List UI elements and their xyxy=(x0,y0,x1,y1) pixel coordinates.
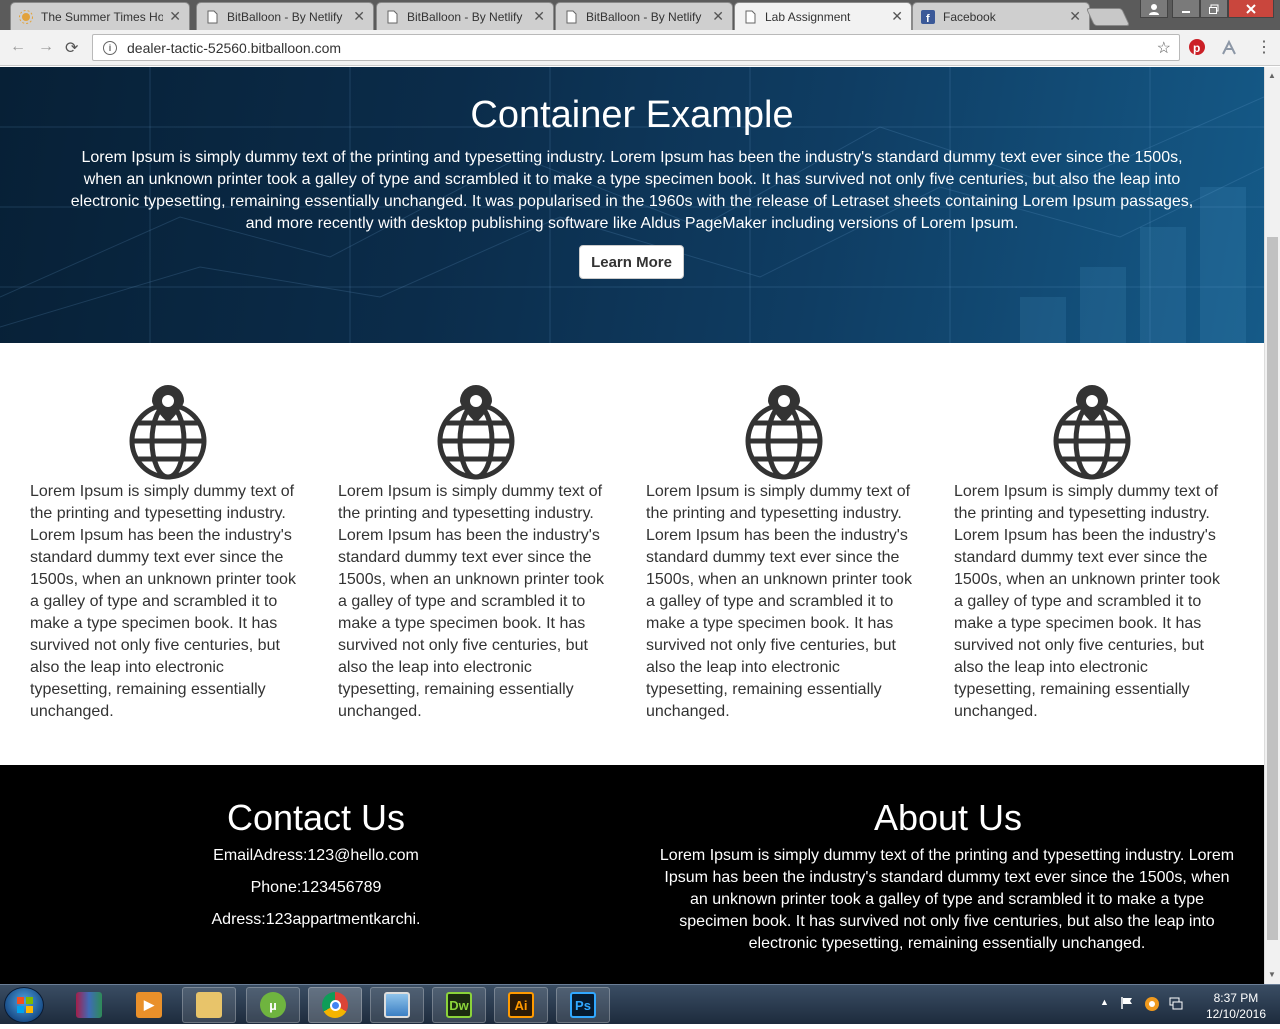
show-hidden-icons-arrow-icon[interactable]: ▲ xyxy=(1100,997,1109,1007)
page-icon xyxy=(205,10,219,24)
tab-label: BitBalloon - By Netlify xyxy=(227,9,343,24)
tab-label: BitBalloon - By Netlify xyxy=(586,9,702,24)
sun-icon xyxy=(19,9,33,24)
feature-text: Lorem Ipsum is simply dummy text of the … xyxy=(338,483,604,720)
media-player-icon: ▶ xyxy=(136,992,162,1018)
close-icon[interactable]: ✕ xyxy=(533,8,545,25)
taskbar-app-file-explorer[interactable] xyxy=(182,987,236,1023)
taskbar-app-photo-viewer[interactable] xyxy=(370,987,424,1023)
menu-kebab-icon[interactable]: ⋮ xyxy=(1256,37,1272,57)
browser-tab[interactable]: BitBalloon - By Netlify ✕ xyxy=(555,2,733,30)
back-arrow-icon[interactable]: ← xyxy=(10,38,26,56)
browser-tab[interactable]: The Summer Times Ho ✕ xyxy=(10,2,190,30)
tab-label: BitBalloon - By Netlify xyxy=(407,9,523,24)
winrar-icon xyxy=(76,992,102,1018)
tab-label: The Summer Times Ho xyxy=(41,9,164,24)
chrome-icon xyxy=(322,992,348,1018)
contact-address: Adress:123appartmentkarchi. xyxy=(211,911,421,928)
learn-more-button[interactable]: Learn More xyxy=(579,245,684,279)
taskbar-app-media-player[interactable]: ▶ xyxy=(122,987,176,1023)
windows-taskbar: ▶ µ Dw Ai Ps ▲ 8:37 PM 12/10/2016 xyxy=(0,984,1280,1024)
new-tab-button[interactable] xyxy=(1085,8,1131,26)
taskbar-app-illustrator[interactable]: Ai xyxy=(494,987,548,1023)
scroll-down-arrow-icon[interactable]: ▼ xyxy=(1268,970,1276,979)
start-button[interactable] xyxy=(4,987,44,1023)
browser-tab-strip: The Summer Times Ho ✕ BitBalloon - By Ne… xyxy=(0,0,1280,30)
contact-email: EmailAdress:123@hello.com xyxy=(213,847,419,864)
network-icon[interactable] xyxy=(1168,996,1184,1017)
footer-section: Contact Us EmailAdress:123@hello.com Pho… xyxy=(0,765,1264,984)
clock-time: 8:37 PM xyxy=(1213,991,1259,1005)
pinterest-icon[interactable]: p xyxy=(1188,38,1206,61)
update-tray-icon[interactable] xyxy=(1144,996,1160,1017)
windows-logo-icon xyxy=(17,997,33,1013)
close-icon[interactable]: ✕ xyxy=(353,8,365,25)
taskbar-app-chrome[interactable] xyxy=(308,987,362,1023)
close-icon[interactable]: ✕ xyxy=(891,8,903,25)
globe-pin-icon xyxy=(1053,385,1131,480)
contact-title: Contact Us xyxy=(226,797,406,838)
about-text: Lorem Ipsum is simply dummy text of the … xyxy=(659,847,1235,952)
browser-tab[interactable]: BitBalloon - By Netlify ✕ xyxy=(376,2,554,30)
tab-label: Facebook xyxy=(943,9,996,24)
hero-section: Container Example Lorem Ipsum is simply … xyxy=(0,67,1264,343)
action-center-flag-icon[interactable] xyxy=(1120,996,1134,1015)
page-icon xyxy=(564,10,578,24)
bookmark-star-icon[interactable]: ☆ xyxy=(1157,38,1171,58)
page-viewport: Container Example Lorem Ipsum is simply … xyxy=(0,67,1264,984)
globe-pin-icon xyxy=(437,385,515,480)
scroll-up-arrow-icon[interactable]: ▲ xyxy=(1268,71,1276,80)
tab-label: Lab Assignment xyxy=(765,9,851,24)
photo-viewer-icon xyxy=(384,992,410,1018)
page-scrollbar[interactable]: ▲ ▼ xyxy=(1264,67,1280,984)
taskbar-app-photoshop[interactable]: Ps xyxy=(556,987,610,1023)
feature-text: Lorem Ipsum is simply dummy text of the … xyxy=(646,483,912,720)
address-bar[interactable]: i dealer-tactic-52560.bitballoon.com ☆ xyxy=(92,34,1180,61)
scrollbar-thumb[interactable] xyxy=(1267,237,1278,940)
close-icon[interactable]: ✕ xyxy=(1069,8,1081,25)
url-text: dealer-tactic-52560.bitballoon.com xyxy=(127,39,342,56)
minimize-button[interactable] xyxy=(1172,0,1200,18)
utorrent-icon: µ xyxy=(260,992,286,1018)
page-icon xyxy=(385,10,399,24)
user-icon[interactable] xyxy=(1140,0,1168,18)
illustrator-icon: Ai xyxy=(508,992,534,1018)
svg-text:p: p xyxy=(1193,41,1200,55)
clock-date: 12/10/2016 xyxy=(1205,1007,1266,1021)
system-tray: ▲ 8:37 PM 12/10/2016 xyxy=(1090,985,1280,1025)
taskbar-app-utorrent[interactable]: µ xyxy=(246,987,300,1023)
dreamweaver-icon: Dw xyxy=(446,992,472,1018)
page-icon xyxy=(743,10,757,24)
photoshop-icon: Ps xyxy=(570,992,596,1018)
contact-phone: Phone:123456789 xyxy=(250,879,382,896)
hero-text: Lorem Ipsum is simply dummy text of the … xyxy=(70,149,1194,232)
browser-tab-active[interactable]: Lab Assignment ✕ xyxy=(734,2,912,30)
feature-text: Lorem Ipsum is simply dummy text of the … xyxy=(30,483,296,720)
browser-tab[interactable]: f Facebook ✕ xyxy=(912,2,1090,30)
close-icon[interactable]: ✕ xyxy=(712,8,724,25)
globe-pin-icon xyxy=(745,385,823,480)
about-title: About Us xyxy=(873,797,1023,838)
features-section: Lorem Ipsum is simply dummy text of the … xyxy=(0,343,1264,765)
browser-toolbar: ← → ⟳ i dealer-tactic-52560.bitballoon.c… xyxy=(0,30,1280,66)
restore-button[interactable] xyxy=(1200,0,1228,18)
forward-arrow-icon[interactable]: → xyxy=(38,38,54,56)
browser-tab[interactable]: BitBalloon - By Netlify ✕ xyxy=(196,2,374,30)
close-icon[interactable]: ✕ xyxy=(169,8,181,25)
reload-icon[interactable]: ⟳ xyxy=(65,38,78,58)
svg-text:f: f xyxy=(926,13,930,24)
facebook-icon: f xyxy=(921,9,935,25)
taskbar-app-dreamweaver[interactable]: Dw xyxy=(432,987,486,1023)
taskbar-app-winrar[interactable] xyxy=(62,987,116,1023)
hero-title: Container Example xyxy=(470,94,794,136)
globe-pin-icon xyxy=(129,385,207,480)
extension-icon[interactable] xyxy=(1220,39,1238,62)
folder-icon xyxy=(196,992,222,1018)
close-window-button[interactable] xyxy=(1228,0,1274,18)
clock[interactable]: 8:37 PM 12/10/2016 xyxy=(1206,990,1266,1022)
feature-text: Lorem Ipsum is simply dummy text of the … xyxy=(954,483,1220,720)
info-icon[interactable]: i xyxy=(103,40,117,55)
